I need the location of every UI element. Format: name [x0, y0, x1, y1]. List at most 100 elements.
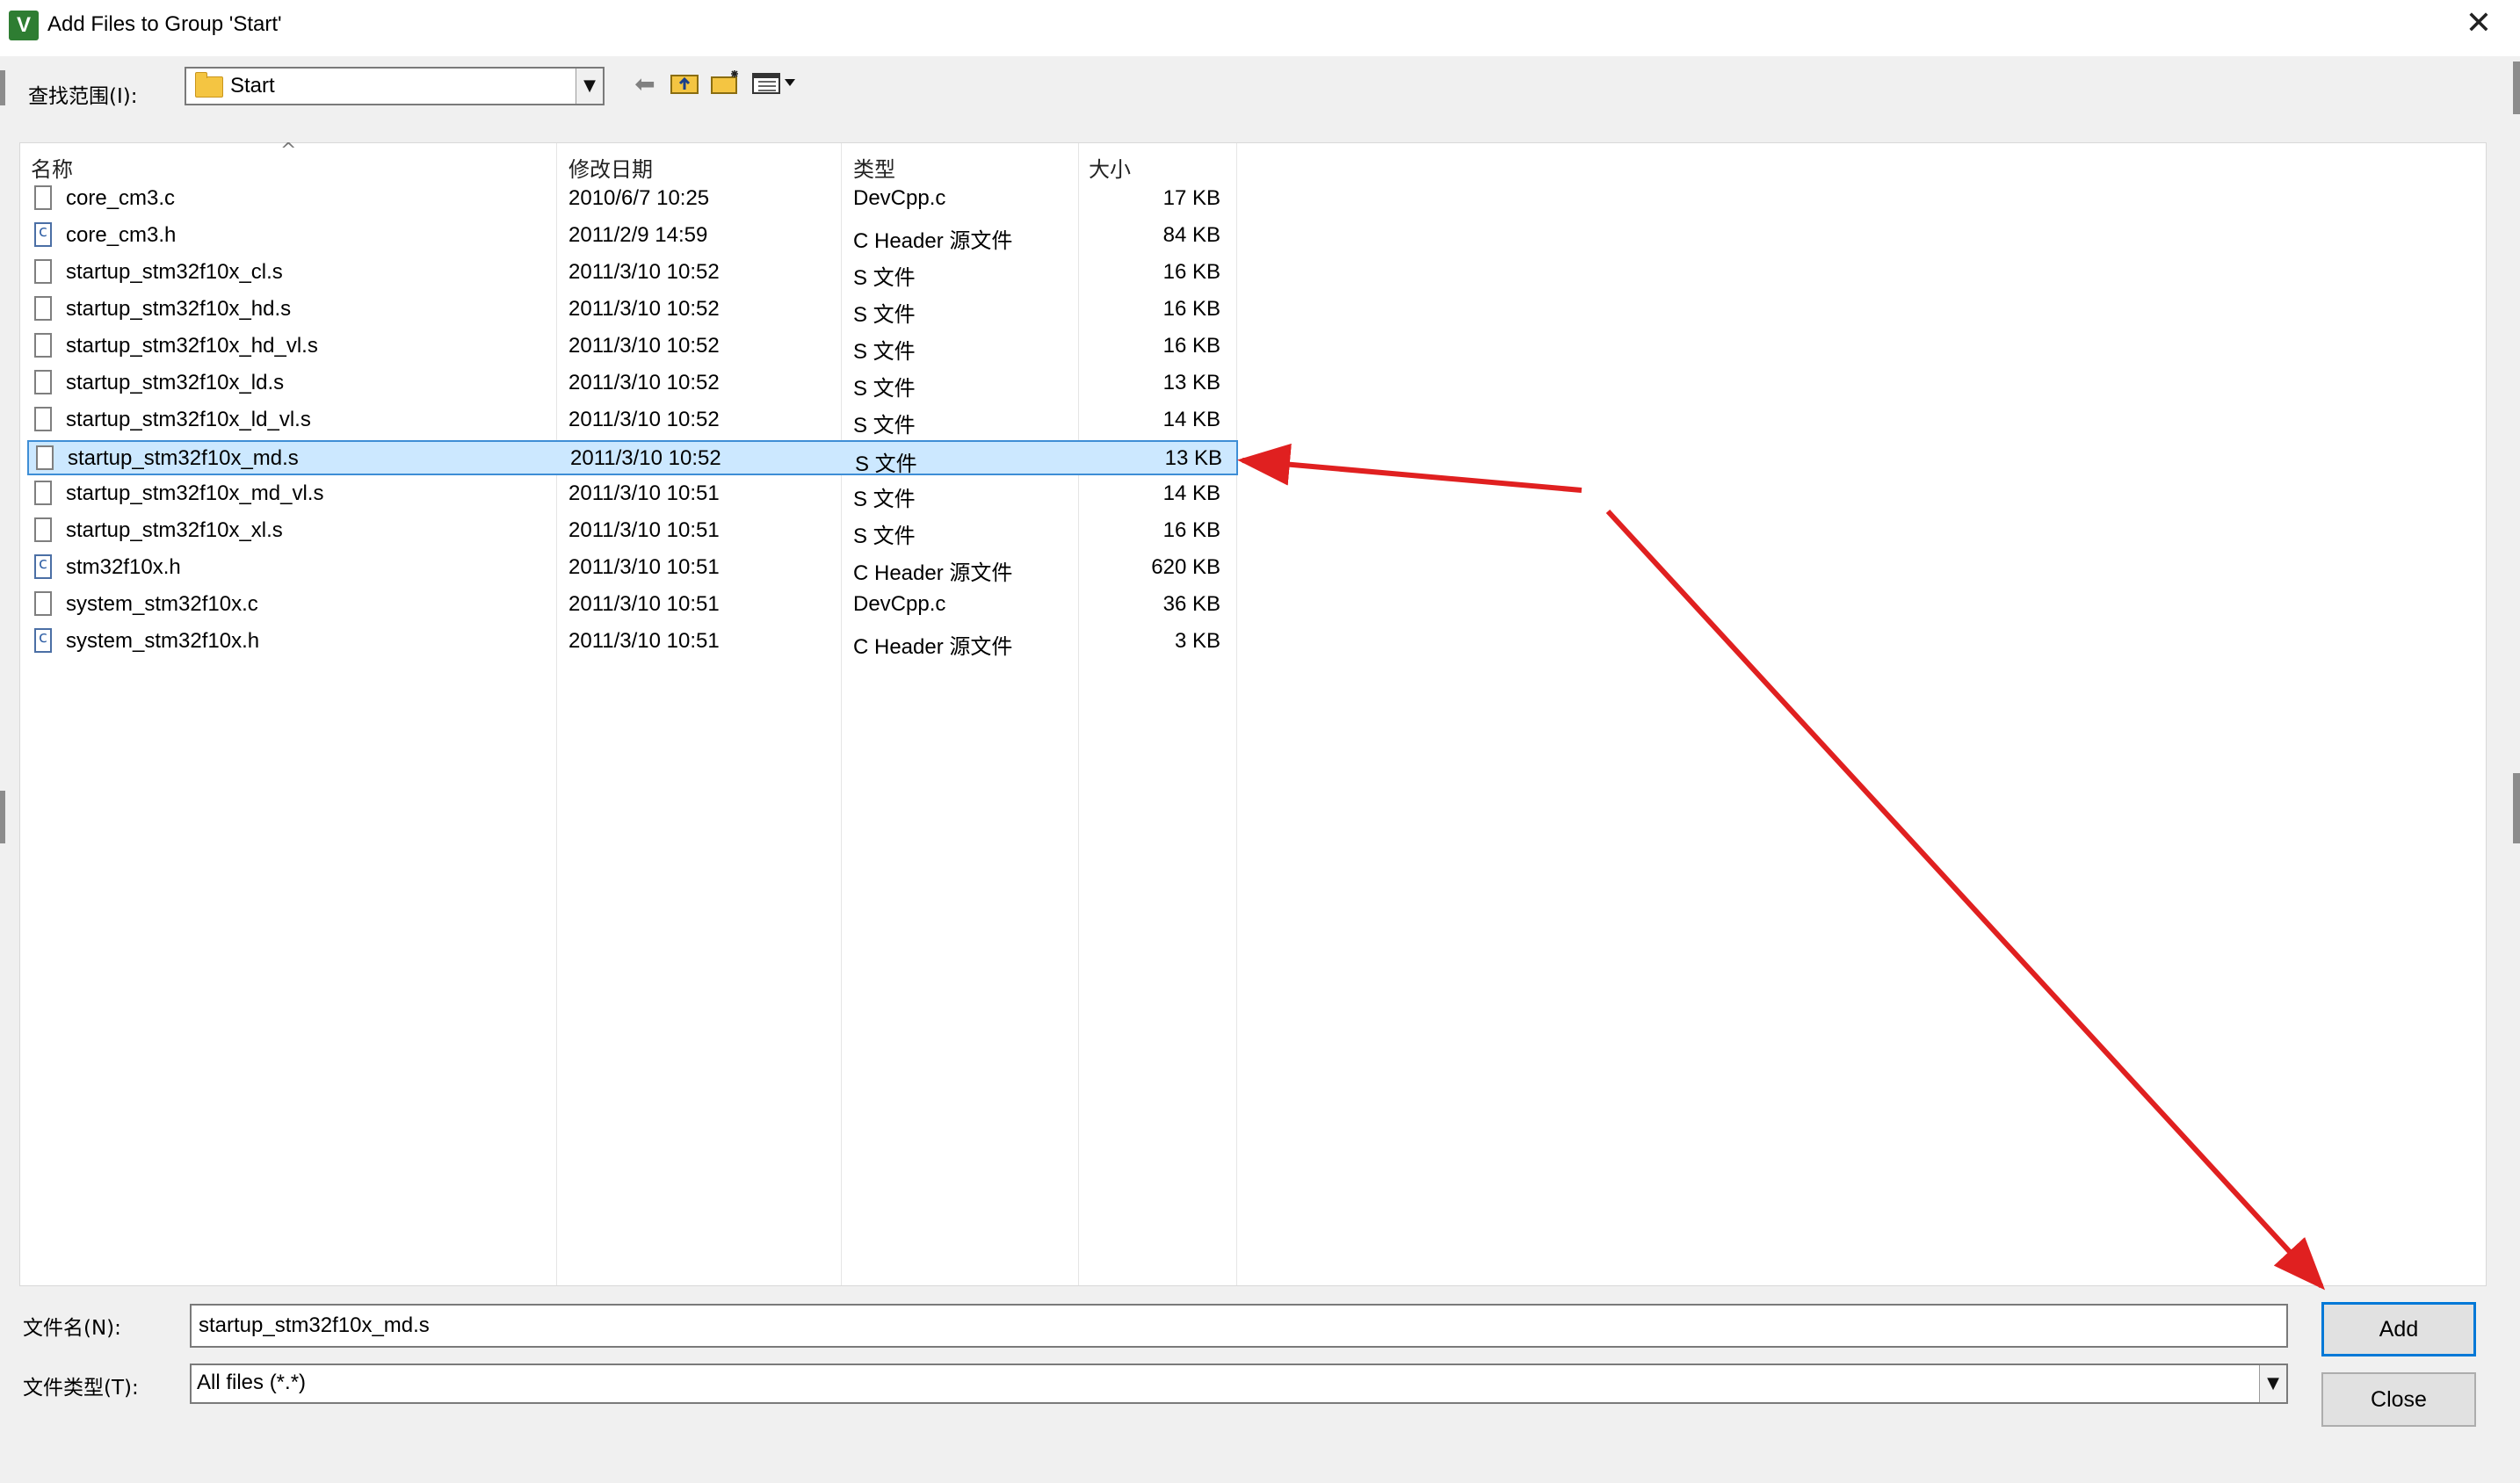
- file-row[interactable]: startup_stm32f10x_ld_vl.s 2011/3/10 10:52…: [27, 403, 1238, 438]
- file-name: stm32f10x.h: [66, 555, 181, 579]
- file-type: S 文件: [853, 340, 916, 364]
- filetype-dropdown[interactable]: All files (*.*) ▼: [190, 1364, 2288, 1404]
- column-header-date[interactable]: 修改日期: [568, 152, 653, 183]
- up-folder-icon[interactable]: [668, 69, 703, 100]
- file-row[interactable]: core_cm3.h 2011/2/9 14:59 C Header 源文件 84 K…: [27, 219, 1238, 254]
- back-arrow-icon[interactable]: ⬅: [629, 69, 661, 100]
- file-type: S 文件: [853, 488, 916, 511]
- column-header-size[interactable]: 大小: [1089, 152, 1131, 183]
- file-type: S 文件: [853, 266, 916, 290]
- file-icon: [34, 296, 52, 321]
- new-folder-svg: [711, 70, 738, 94]
- file-name: core_cm3.h: [66, 223, 177, 247]
- file-type: S 文件: [853, 414, 916, 438]
- file-name: core_cm3.c: [66, 186, 176, 210]
- add-button[interactable]: Add: [2321, 1302, 2476, 1356]
- background-fragment: [2513, 773, 2520, 843]
- file-date: 2011/3/10 10:52: [570, 446, 721, 470]
- file-icon: [34, 517, 52, 542]
- file-name: startup_stm32f10x_ld.s: [66, 371, 285, 394]
- close-icon[interactable]: ✕: [2466, 5, 2492, 41]
- file-list[interactable]: ^ 名称 修改日期 类型 大小 core_cm3.c 2010/6/7 10:25…: [19, 140, 2487, 1286]
- chevron-down-icon[interactable]: ▼: [576, 69, 603, 104]
- file-size: 17 KB: [1162, 186, 1220, 210]
- filetype-label: 文件类型(T):: [23, 1377, 139, 1400]
- file-date: 2011/3/10 10:51: [568, 555, 720, 579]
- file-row[interactable]: startup_stm32f10x_ld.s 2011/3/10 10:52 S 文…: [27, 366, 1238, 401]
- file-size: 14 KB: [1162, 481, 1220, 505]
- file-row[interactable]: startup_stm32f10x_hd.s 2011/3/10 10:52 S 文…: [27, 293, 1238, 328]
- file-name: startup_stm32f10x_md.s: [68, 446, 299, 470]
- background-fragment: [2513, 61, 2520, 114]
- file-size: 84 KB: [1162, 223, 1220, 247]
- look-in-label: 查找范围(I):: [28, 85, 138, 108]
- sort-ascending-icon: ^: [280, 140, 297, 162]
- background-fragment: [0, 791, 5, 843]
- file-type: S 文件: [853, 303, 916, 327]
- new-folder-icon[interactable]: [708, 69, 743, 100]
- file-date: 2011/2/9 14:59: [568, 223, 708, 247]
- close-button[interactable]: Close: [2321, 1372, 2476, 1427]
- file-icon: [34, 481, 52, 505]
- background-fragment: [0, 70, 5, 105]
- file-icon: [34, 370, 52, 394]
- window-title: Add Files to Group 'Start': [47, 12, 282, 36]
- file-name: startup_stm32f10x_xl.s: [66, 518, 283, 542]
- up-folder-svg: [670, 75, 699, 94]
- file-date: 2010/6/7 10:25: [568, 186, 710, 210]
- filetype-value: All files (*.*): [197, 1371, 307, 1394]
- file-date: 2011/3/10 10:51: [568, 481, 720, 505]
- file-type: DevCpp.c: [853, 592, 946, 616]
- file-date: 2011/3/10 10:51: [568, 592, 720, 616]
- file-row[interactable]: core_cm3.c 2010/6/7 10:25 DevCpp.c 17 KB: [27, 182, 1238, 217]
- file-row[interactable]: startup_stm32f10x_hd_vl.s 2011/3/10 10:52…: [27, 329, 1238, 365]
- filename-input[interactable]: [190, 1304, 2288, 1348]
- c-header-file-icon: [34, 554, 52, 579]
- file-row[interactable]: startup_stm32f10x_cl.s 2011/3/10 10:52 S 文…: [27, 256, 1238, 291]
- file-type: C Header 源文件: [853, 229, 1013, 253]
- file-type: C Header 源文件: [853, 635, 1013, 659]
- file-size: 13 KB: [1162, 371, 1220, 394]
- file-size: 3 KB: [1174, 629, 1220, 653]
- title-bar: V Add Files to Group 'Start' ✕: [0, 0, 2520, 56]
- file-name: startup_stm32f10x_ld_vl.s: [66, 408, 311, 431]
- file-size: 13 KB: [1164, 446, 1222, 470]
- file-date: 2011/3/10 10:52: [568, 371, 720, 394]
- file-row-selected[interactable]: startup_stm32f10x_md.s 2011/3/10 10:52 S 文…: [27, 440, 1238, 476]
- file-date: 2011/3/10 10:51: [568, 518, 720, 542]
- file-size: 16 KB: [1162, 297, 1220, 321]
- chevron-down-icon[interactable]: ▼: [2259, 1365, 2286, 1402]
- column-header-type[interactable]: 类型: [853, 152, 895, 183]
- file-date: 2011/3/10 10:51: [568, 629, 720, 653]
- file-size: 36 KB: [1162, 592, 1220, 616]
- file-row[interactable]: startup_stm32f10x_xl.s 2011/3/10 10:51 S 文…: [27, 514, 1238, 549]
- file-icon: [34, 259, 52, 284]
- view-menu-icon[interactable]: [750, 69, 801, 100]
- file-name: startup_stm32f10x_hd_vl.s: [66, 334, 318, 358]
- file-name: startup_stm32f10x_hd.s: [66, 297, 292, 321]
- file-row[interactable]: startup_stm32f10x_md_vl.s 2011/3/10 10:51…: [27, 477, 1238, 512]
- file-date: 2011/3/10 10:52: [568, 408, 720, 431]
- file-icon: [34, 333, 52, 358]
- file-name: system_stm32f10x.h: [66, 629, 260, 653]
- file-name: system_stm32f10x.c: [66, 592, 258, 616]
- file-type: S 文件: [855, 452, 917, 476]
- file-type: S 文件: [853, 377, 916, 401]
- file-type: DevCpp.c: [853, 186, 946, 210]
- file-icon: [34, 185, 52, 210]
- filename-label: 文件名(N):: [23, 1317, 121, 1340]
- file-row[interactable]: stm32f10x.h 2011/3/10 10:51 C Header 源文件 62…: [27, 551, 1238, 586]
- file-icon: [36, 445, 54, 470]
- file-size: 620 KB: [1151, 555, 1220, 579]
- app-icon: V: [9, 11, 39, 40]
- file-name: startup_stm32f10x_cl.s: [66, 260, 283, 284]
- file-row[interactable]: system_stm32f10x.h 2011/3/10 10:51 C Heade…: [27, 625, 1238, 660]
- column-header-name[interactable]: 名称: [31, 152, 73, 183]
- file-type: S 文件: [853, 524, 916, 548]
- file-date: 2011/3/10 10:52: [568, 334, 720, 358]
- file-size: 16 KB: [1162, 260, 1220, 284]
- file-row[interactable]: system_stm32f10x.c 2011/3/10 10:51 DevCpp.…: [27, 588, 1238, 623]
- file-type: C Header 源文件: [853, 561, 1013, 585]
- file-size: 16 KB: [1162, 334, 1220, 358]
- look-in-dropdown[interactable]: Start ▼: [185, 67, 605, 105]
